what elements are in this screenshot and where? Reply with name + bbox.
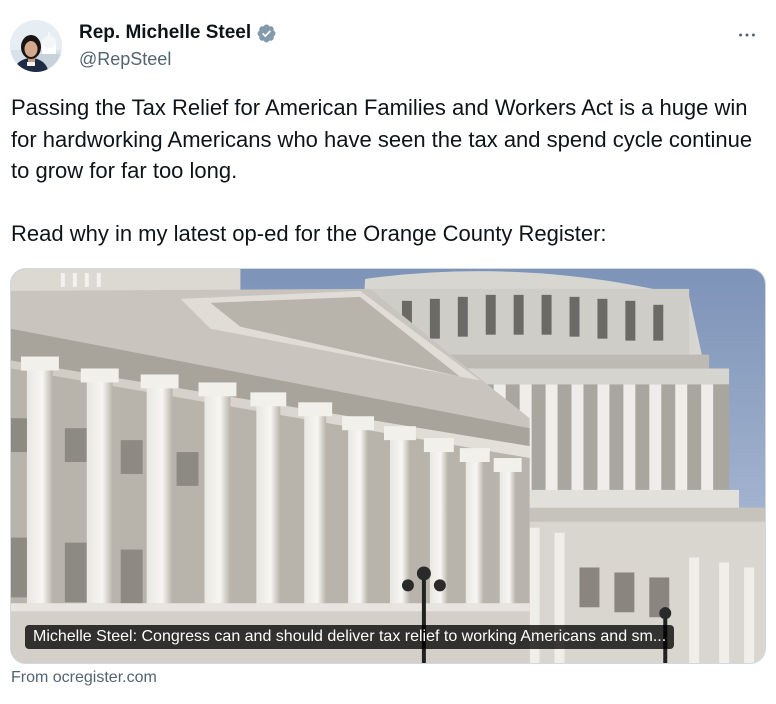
handle[interactable]: @RepSteel [79,49,171,70]
tweet-header: Rep. Michelle Steel @RepSteel [10,18,766,78]
verified-badge-icon [256,23,277,44]
link-source[interactable]: From ocregister.com [11,669,157,687]
us-capitol-building-image [11,269,765,663]
tweet-text: Passing the Tax Relief for American Fami… [11,95,753,246]
link-card[interactable]: Michelle Steel: Congress can and should … [10,268,766,664]
name-row: Rep. Michelle Steel [79,22,277,44]
more-horizontal-icon[interactable] [732,20,762,50]
link-card-title: Michelle Steel: Congress can and should … [25,625,675,649]
avatar-image [10,20,62,72]
display-name[interactable]: Rep. Michelle Steel [79,22,251,44]
avatar[interactable] [10,20,62,72]
